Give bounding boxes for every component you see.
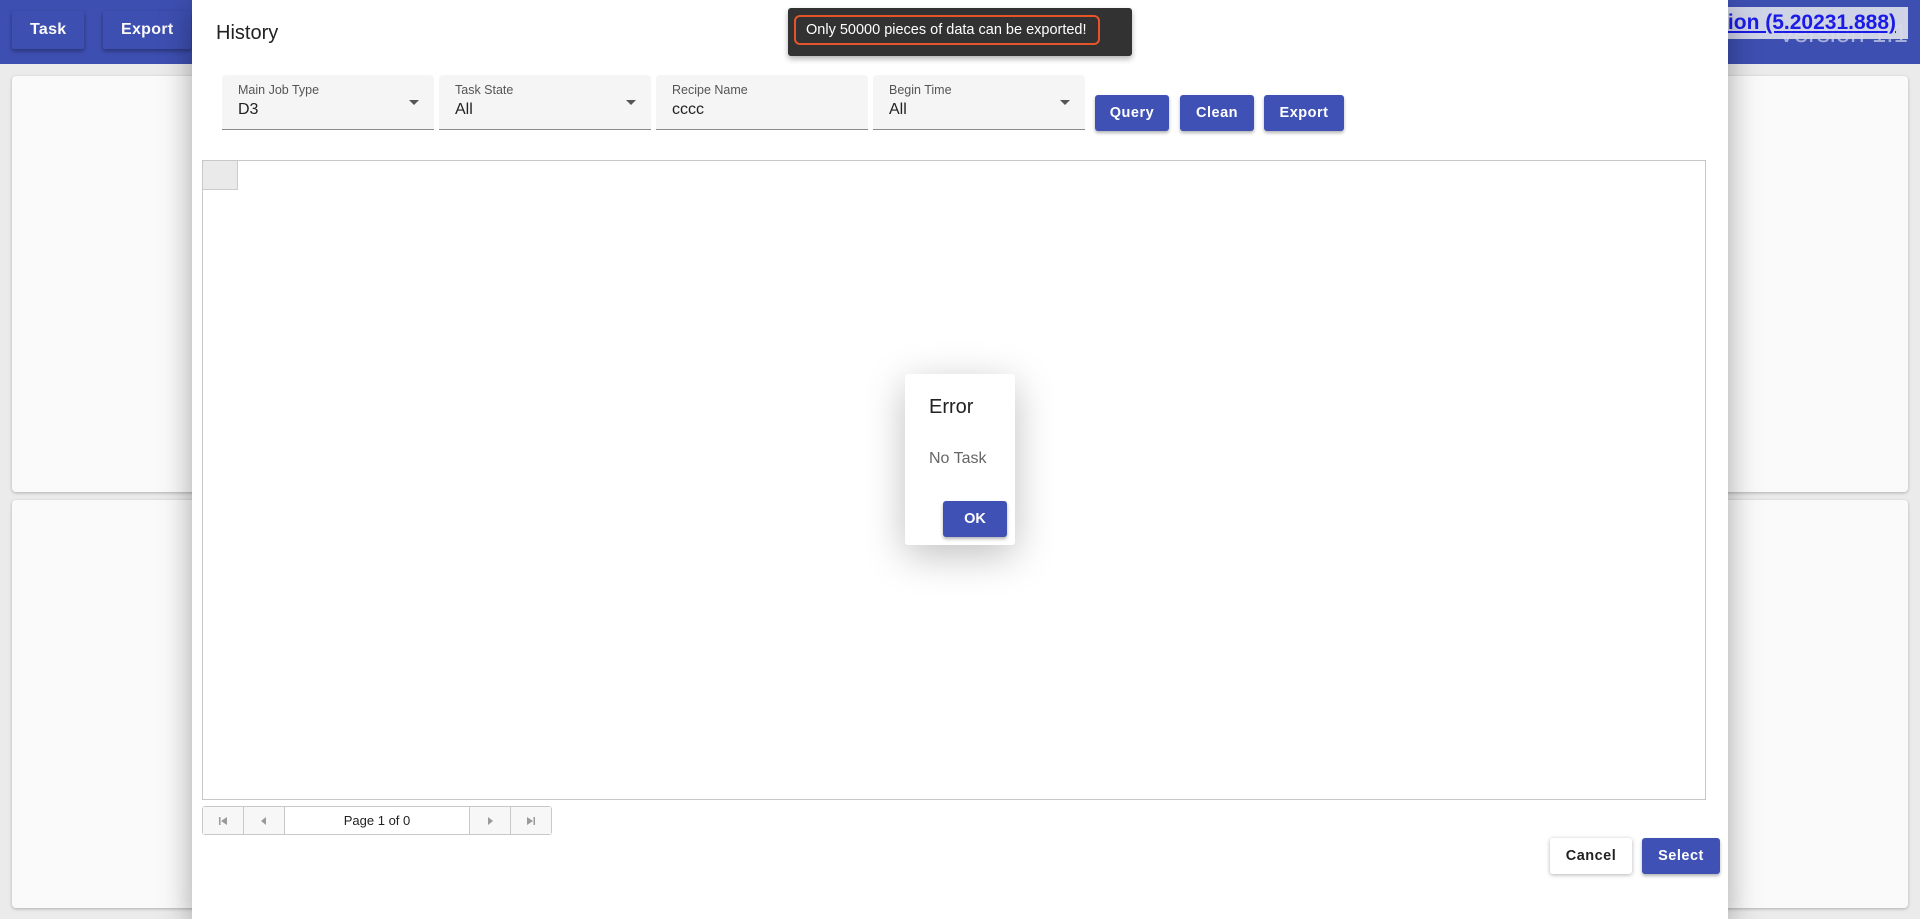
last-page-button[interactable] xyxy=(510,807,551,834)
pager: Page 1 of 0 xyxy=(202,806,552,835)
field-label: Begin Time xyxy=(889,83,952,97)
first-page-icon xyxy=(219,816,227,825)
chevron-down-icon xyxy=(1060,100,1070,105)
grid-top-left-cell xyxy=(203,161,238,190)
export-dialog-button[interactable]: Export xyxy=(1264,95,1344,131)
previous-page-icon xyxy=(261,816,266,825)
recipe-name-input[interactable]: Recipe Name cccc xyxy=(656,75,868,130)
page-indicator: Page 1 of 0 xyxy=(343,813,411,828)
field-label: Recipe Name xyxy=(672,83,748,97)
dialog-title: History xyxy=(216,22,279,44)
first-page-button[interactable] xyxy=(203,807,244,834)
error-title: Error xyxy=(929,396,974,418)
begin-time-select[interactable]: Begin Time All xyxy=(873,75,1085,130)
next-page-icon xyxy=(488,816,493,825)
toast-notification: Only 50000 pieces of data can be exporte… xyxy=(788,8,1132,56)
field-label: Main Job Type xyxy=(238,83,320,97)
field-value: cccc xyxy=(672,101,704,118)
next-page-button[interactable] xyxy=(469,807,510,834)
field-value: D3 xyxy=(238,101,259,118)
toast-message: Only 50000 pieces of data can be exporte… xyxy=(794,15,1100,45)
field-label: Task State xyxy=(455,83,514,97)
previous-page-button[interactable] xyxy=(244,807,285,834)
clean-button[interactable]: Clean xyxy=(1180,95,1254,131)
select-button[interactable]: Select xyxy=(1642,838,1720,874)
cancel-button[interactable]: Cancel xyxy=(1550,838,1632,874)
error-message: No Task xyxy=(929,450,987,467)
error-dialog: Error No Task OK xyxy=(905,374,1015,545)
chevron-down-icon xyxy=(626,100,636,105)
last-page-icon xyxy=(527,816,535,825)
ok-button[interactable]: OK xyxy=(943,501,1007,537)
query-button[interactable]: Query xyxy=(1095,95,1169,131)
task-state-select[interactable]: Task State All xyxy=(439,75,651,130)
chevron-down-icon xyxy=(409,100,419,105)
field-value: All xyxy=(889,101,907,118)
main-job-type-select[interactable]: Main Job Type D3 xyxy=(222,75,434,130)
field-value: All xyxy=(455,101,473,118)
